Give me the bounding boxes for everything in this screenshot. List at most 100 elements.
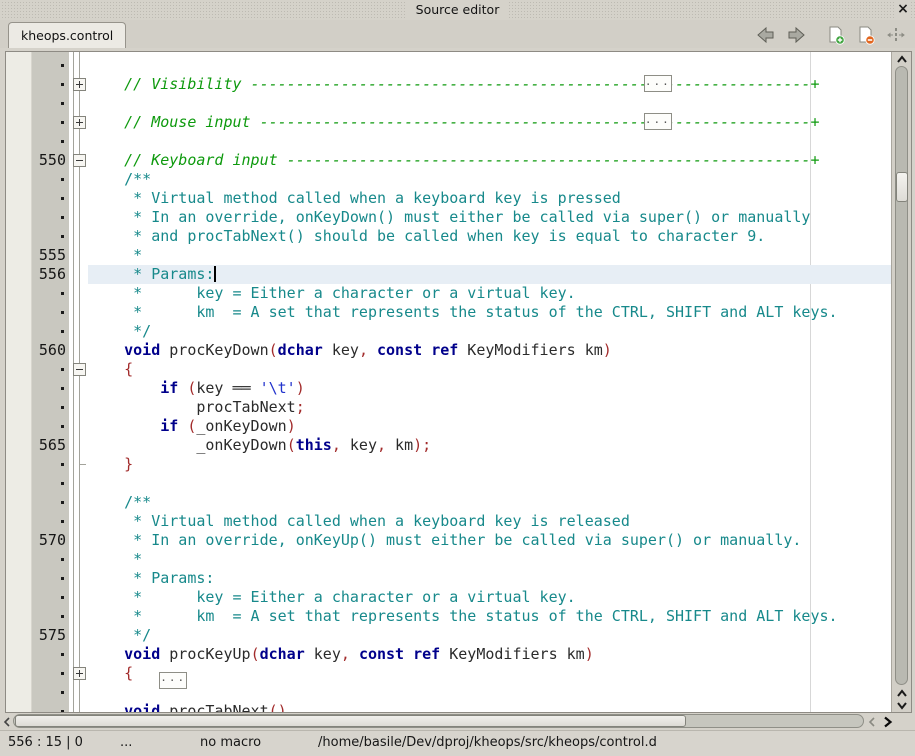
fold-expand-icon[interactable] bbox=[73, 78, 86, 91]
line-number[interactable] bbox=[32, 702, 69, 713]
code-line[interactable]: void procTabNext() bbox=[88, 702, 891, 712]
line-number[interactable] bbox=[32, 664, 69, 683]
tab-kheops-control[interactable]: kheops.control bbox=[8, 22, 126, 48]
code-line[interactable]: _onKeyDown(this, key, km); bbox=[88, 436, 891, 455]
code-line[interactable]: * key = Either a character or a virtual … bbox=[88, 284, 891, 303]
line-number[interactable]: 565 bbox=[32, 436, 69, 455]
scroll-down-icon[interactable] bbox=[892, 699, 911, 711]
scroll-left-icon[interactable] bbox=[1, 713, 13, 730]
line-number[interactable] bbox=[32, 208, 69, 227]
line-number[interactable] bbox=[32, 56, 69, 75]
code-line[interactable]: /** bbox=[88, 170, 891, 189]
code-line[interactable]: * Params: bbox=[88, 569, 891, 588]
code-line[interactable]: void procKeyDown(dchar key, const ref Ke… bbox=[88, 341, 891, 360]
go-back-icon[interactable] bbox=[755, 24, 777, 46]
code-line[interactable]: if (key ══ '\t') bbox=[88, 379, 891, 398]
fold-expand-icon[interactable] bbox=[73, 667, 86, 680]
fold-margin[interactable] bbox=[69, 52, 88, 712]
code-line[interactable]: * km = A set that represents the status … bbox=[88, 303, 891, 322]
line-number[interactable] bbox=[32, 588, 69, 607]
line-number[interactable] bbox=[32, 227, 69, 246]
line-number[interactable] bbox=[32, 303, 69, 322]
go-forward-icon[interactable] bbox=[785, 24, 807, 46]
line-number[interactable] bbox=[32, 474, 69, 493]
code-line[interactable]: // Mouse input -------------------------… bbox=[88, 113, 891, 132]
code-line[interactable]: * In an override, onKeyDown() must eithe… bbox=[88, 208, 891, 227]
vertical-scroll-thumb[interactable] bbox=[896, 172, 908, 202]
close-icon[interactable]: × bbox=[895, 0, 911, 20]
horizontal-scrollbar[interactable] bbox=[0, 713, 915, 730]
line-number[interactable] bbox=[32, 379, 69, 398]
code-line[interactable]: * bbox=[88, 550, 891, 569]
code-line[interactable]: * Virtual method called when a keyboard … bbox=[88, 189, 891, 208]
scroll-up-icon[interactable] bbox=[892, 52, 911, 65]
code-line[interactable] bbox=[88, 683, 891, 702]
line-number[interactable] bbox=[32, 493, 69, 512]
code-line[interactable]: } bbox=[88, 455, 891, 474]
code-line[interactable]: {... bbox=[88, 664, 891, 683]
line-number[interactable] bbox=[32, 94, 69, 113]
line-number[interactable] bbox=[32, 113, 69, 132]
code-line[interactable] bbox=[88, 56, 891, 75]
line-number[interactable] bbox=[32, 75, 69, 94]
code-line[interactable]: procTabNext; bbox=[88, 398, 891, 417]
line-number[interactable]: 555 bbox=[32, 246, 69, 265]
line-number[interactable] bbox=[32, 683, 69, 702]
line-number[interactable] bbox=[32, 569, 69, 588]
vertical-scrollbar[interactable] bbox=[891, 52, 911, 712]
new-document-icon[interactable] bbox=[825, 24, 847, 46]
scroll-left-right-icon[interactable] bbox=[866, 713, 878, 730]
vertical-scroll-track[interactable] bbox=[895, 66, 908, 685]
line-number[interactable]: 575 bbox=[32, 626, 69, 645]
remove-document-icon[interactable] bbox=[855, 24, 877, 46]
horizontal-scroll-thumb[interactable] bbox=[15, 715, 686, 727]
split-view-icon[interactable] bbox=[885, 24, 907, 46]
code-line[interactable] bbox=[88, 132, 891, 151]
collapsed-fold-box[interactable]: ... bbox=[644, 113, 672, 130]
line-number[interactable] bbox=[32, 645, 69, 664]
line-number[interactable] bbox=[32, 284, 69, 303]
line-number[interactable] bbox=[32, 189, 69, 208]
code-line[interactable] bbox=[88, 94, 891, 113]
code-line[interactable]: void procKeyUp(dchar key, const ref KeyM… bbox=[88, 645, 891, 664]
code-line[interactable]: { bbox=[88, 360, 891, 379]
fold-collapse-icon[interactable] bbox=[73, 363, 86, 376]
code-line[interactable]: * key = Either a character or a virtual … bbox=[88, 588, 891, 607]
fold-expand-icon[interactable] bbox=[73, 116, 86, 129]
code-line[interactable]: */ bbox=[88, 626, 891, 645]
code-line[interactable]: * Virtual method called when a keyboard … bbox=[88, 512, 891, 531]
code-line[interactable]: // Keyboard input ----------------------… bbox=[88, 151, 891, 170]
code-line[interactable]: /** bbox=[88, 493, 891, 512]
line-number-gutter[interactable]: 550 555556 560 565 570 575 bbox=[32, 52, 69, 712]
line-number[interactable] bbox=[32, 417, 69, 436]
code-line[interactable]: * and procTabNext() should be called whe… bbox=[88, 227, 891, 246]
line-number[interactable] bbox=[32, 455, 69, 474]
code-line[interactable]: * In an override, onKeyUp() must either … bbox=[88, 531, 891, 550]
horizontal-scroll-track[interactable] bbox=[13, 714, 864, 728]
line-number[interactable] bbox=[32, 360, 69, 379]
code-line-current[interactable]: * Params: bbox=[88, 265, 891, 284]
code-line[interactable]: * bbox=[88, 246, 891, 265]
scroll-up-bottom-icon[interactable] bbox=[892, 687, 911, 699]
code-line[interactable]: */ bbox=[88, 322, 891, 341]
line-number[interactable] bbox=[32, 512, 69, 531]
line-number[interactable]: 560 bbox=[32, 341, 69, 360]
line-number[interactable] bbox=[32, 398, 69, 417]
line-number[interactable]: 570 bbox=[32, 531, 69, 550]
collapsed-fold-box[interactable]: ... bbox=[644, 75, 672, 92]
line-number[interactable]: 556 bbox=[32, 265, 69, 284]
line-number[interactable] bbox=[32, 322, 69, 341]
line-number[interactable] bbox=[32, 550, 69, 569]
line-number[interactable] bbox=[32, 607, 69, 626]
code-line[interactable]: // Visibility --------------------------… bbox=[88, 75, 891, 94]
line-number[interactable] bbox=[32, 132, 69, 151]
dock-title-bar[interactable]: Source editor × bbox=[0, 0, 915, 20]
code-line[interactable]: if (_onKeyDown) bbox=[88, 417, 891, 436]
code-line[interactable] bbox=[88, 474, 891, 493]
scroll-right-icon[interactable] bbox=[880, 713, 894, 730]
code-line[interactable]: * km = A set that represents the status … bbox=[88, 607, 891, 626]
line-number[interactable] bbox=[32, 170, 69, 189]
fold-collapse-icon[interactable] bbox=[73, 154, 86, 167]
line-number[interactable]: 550 bbox=[32, 151, 69, 170]
code-text-area[interactable]: // Visibility --------------------------… bbox=[88, 52, 891, 712]
